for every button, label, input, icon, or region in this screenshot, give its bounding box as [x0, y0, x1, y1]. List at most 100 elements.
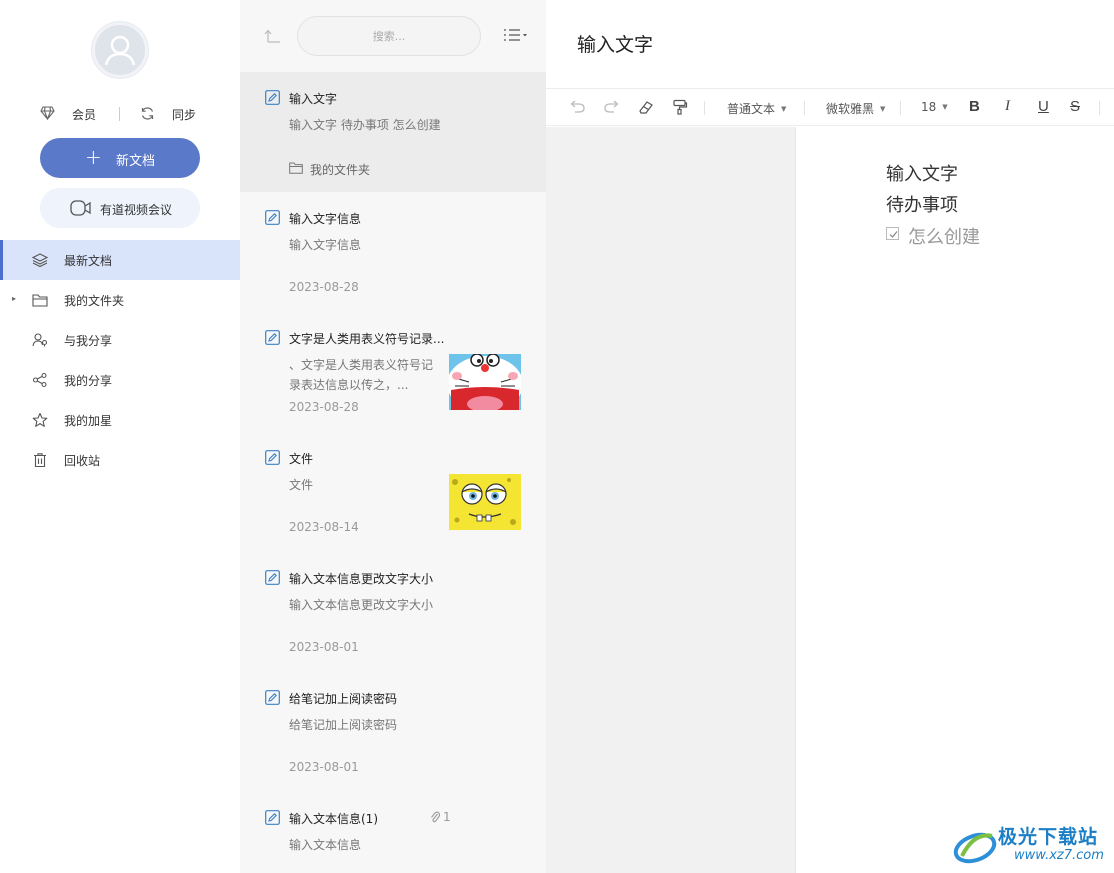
document-title: 文字是人类用表义符号记录...: [289, 332, 445, 346]
document-snippet: 输入文字信息: [289, 238, 362, 252]
content-line[interactable]: 待办事项: [886, 191, 958, 217]
document-item[interactable]: 文字是人类用表义符号记录... 、文字是人类用表义符号记录表达信息以传之，...…: [240, 312, 546, 432]
document-date: 2023-08-28: [289, 280, 359, 294]
sidebar-item-my-folder[interactable]: ▸ 我的文件夹: [0, 280, 240, 320]
watermark-url: www.xz7.com: [1014, 848, 1104, 863]
new-document-button[interactable]: + 新文档: [40, 138, 200, 178]
caret-down-icon: ▼: [781, 105, 787, 113]
sidebar-item-trash[interactable]: 回收站: [0, 440, 240, 480]
sidebar-item-starred[interactable]: 我的加星: [0, 400, 240, 440]
sidebar-item-my-shares[interactable]: 我的分享: [0, 360, 240, 400]
document-item[interactable]: 输入文字 输入文字 待办事项 怎么创建 我的文件夹: [240, 72, 546, 192]
attachment-count-value: 1: [443, 810, 451, 824]
watermark-logo: 极光下载站 www.xz7.com: [952, 820, 1112, 870]
user-icon: [104, 35, 136, 66]
document-item[interactable]: 输入文本信息(1) 1 输入文本信息: [240, 792, 546, 873]
member-link[interactable]: 会员: [72, 106, 96, 123]
document-title: 输入文本信息(1): [289, 812, 378, 826]
video-meeting-label: 有道视频会议: [100, 203, 173, 217]
redo-icon[interactable]: [603, 99, 621, 118]
video-meeting-button[interactable]: 有道视频会议: [40, 188, 200, 228]
sidebar-item-label: 我的加星: [64, 414, 113, 428]
format-painter-icon[interactable]: [672, 99, 688, 118]
document-title: 输入文字: [289, 92, 338, 106]
document-snippet: 输入文本信息: [289, 838, 362, 852]
search-box[interactable]: [297, 16, 481, 56]
document-item[interactable]: 给笔记加上阅读密码 给笔记加上阅读密码 2023-08-01: [240, 672, 546, 792]
note-icon: [265, 690, 280, 709]
note-icon: [265, 450, 280, 469]
document-item[interactable]: 文件 文件 2023-08-14: [240, 432, 546, 552]
content-line[interactable]: 输入文字: [886, 160, 958, 186]
italic-button[interactable]: I: [1005, 98, 1010, 115]
undo-icon[interactable]: [568, 99, 586, 118]
star-icon: [32, 412, 48, 431]
divider: [119, 107, 120, 121]
editor-gutter: [546, 127, 796, 873]
caret-right-icon[interactable]: ▸: [12, 294, 16, 303]
paperclip-icon: [431, 811, 441, 823]
document-title-field[interactable]: 输入文字: [577, 30, 653, 57]
document-list-pane: 输入文字 输入文字 待办事项 怎么创建 我的文件夹 输入文字信息 输入文字信息 …: [240, 0, 546, 873]
bold-button[interactable]: B: [969, 98, 980, 115]
editor-pane: 输入文字 普通文本 ▼ 微软雅黑 ▼ 18 ▼ B I U S 输入文字 待办事…: [546, 0, 1114, 873]
document-list: 输入文字 输入文字 待办事项 怎么创建 我的文件夹 输入文字信息 输入文字信息 …: [240, 72, 546, 873]
app-window: 会员 同步 + 新文档 有道视频会议 最新文档 ▸ 我的文件夹 与我分享 我的分…: [0, 0, 1114, 873]
new-document-label: 新文档: [116, 154, 156, 169]
attachment-count: 1: [430, 810, 451, 824]
watermark-name: 极光下载站: [998, 826, 1099, 848]
document-snippet: 输入文字 待办事项 怎么创建: [289, 118, 441, 132]
sidebar-item-shared-with-me[interactable]: 与我分享: [0, 320, 240, 360]
document-folder-label: 我的文件夹: [310, 163, 371, 177]
document-item[interactable]: 输入文本信息更改文字大小 输入文本信息更改文字大小 2023-08-01: [240, 552, 546, 672]
toolbar-divider: [900, 101, 901, 115]
sidebar-nav: 最新文档 ▸ 我的文件夹 与我分享 我的分享 我的加星 回收站: [0, 240, 240, 480]
go-up-icon[interactable]: [264, 28, 282, 48]
sidebar-item-label: 我的分享: [64, 374, 113, 388]
document-snippet: 、文字是人类用表义符号记录表达信息以传之，...: [289, 358, 434, 392]
account-row: 会员 同步: [0, 104, 240, 124]
document-snippet: 文件: [289, 478, 314, 492]
paragraph-style-dropdown[interactable]: 普通文本 ▼: [727, 100, 786, 117]
toolbar-divider: [804, 101, 805, 115]
checkmark-icon: [889, 231, 898, 238]
document-snippet: 给笔记加上阅读密码: [289, 718, 398, 732]
users-icon: [32, 332, 48, 351]
sidebar-item-label: 最新文档: [64, 254, 113, 268]
sync-icon[interactable]: [140, 106, 155, 124]
note-icon: [265, 90, 280, 109]
list-view-icon[interactable]: [502, 26, 528, 48]
document-title: 文件: [289, 452, 314, 466]
eraser-icon[interactable]: [638, 99, 654, 118]
note-icon: [265, 210, 280, 229]
strikethrough-button[interactable]: S: [1070, 98, 1080, 115]
search-input[interactable]: [298, 17, 480, 55]
document-title: 输入文本信息更改文字大小: [289, 572, 434, 586]
layers-icon: [31, 252, 49, 271]
thumbnail-cartoon-cat: [449, 354, 521, 410]
sync-link[interactable]: 同步: [172, 106, 196, 123]
diamond-icon[interactable]: [40, 106, 55, 123]
thumbnail-cartoon-sponge: [449, 474, 521, 530]
share-icon: [32, 372, 48, 391]
document-snippet: 输入文本信息更改文字大小: [289, 598, 434, 612]
font-family-dropdown[interactable]: 微软雅黑 ▼: [826, 100, 885, 117]
sidebar: 会员 同步 + 新文档 有道视频会议 最新文档 ▸ 我的文件夹 与我分享 我的分…: [0, 0, 240, 873]
sidebar-item-label: 回收站: [64, 454, 101, 468]
sidebar-item-recent[interactable]: 最新文档: [0, 240, 240, 280]
folder-icon: [32, 292, 48, 311]
document-date: 2023-08-01: [289, 640, 359, 654]
document-date: 2023-08-28: [289, 400, 359, 414]
todo-checkbox[interactable]: [886, 227, 899, 240]
format-toolbar: 普通文本 ▼ 微软雅黑 ▼ 18 ▼ B I U S: [546, 88, 1114, 126]
document-item[interactable]: 输入文字信息 输入文字信息 2023-08-28: [240, 192, 546, 312]
editor-canvas[interactable]: 输入文字 待办事项 怎么创建: [796, 127, 1114, 873]
sidebar-item-label: 与我分享: [64, 334, 113, 348]
toolbar-divider: [1099, 101, 1100, 115]
avatar[interactable]: [92, 22, 148, 78]
font-size-dropdown[interactable]: 18 ▼: [921, 100, 948, 114]
paragraph-style-value: 普通文本: [727, 102, 776, 116]
plus-icon: +: [85, 145, 102, 169]
underline-button[interactable]: U: [1038, 98, 1049, 115]
font-size-value: 18: [921, 100, 937, 114]
